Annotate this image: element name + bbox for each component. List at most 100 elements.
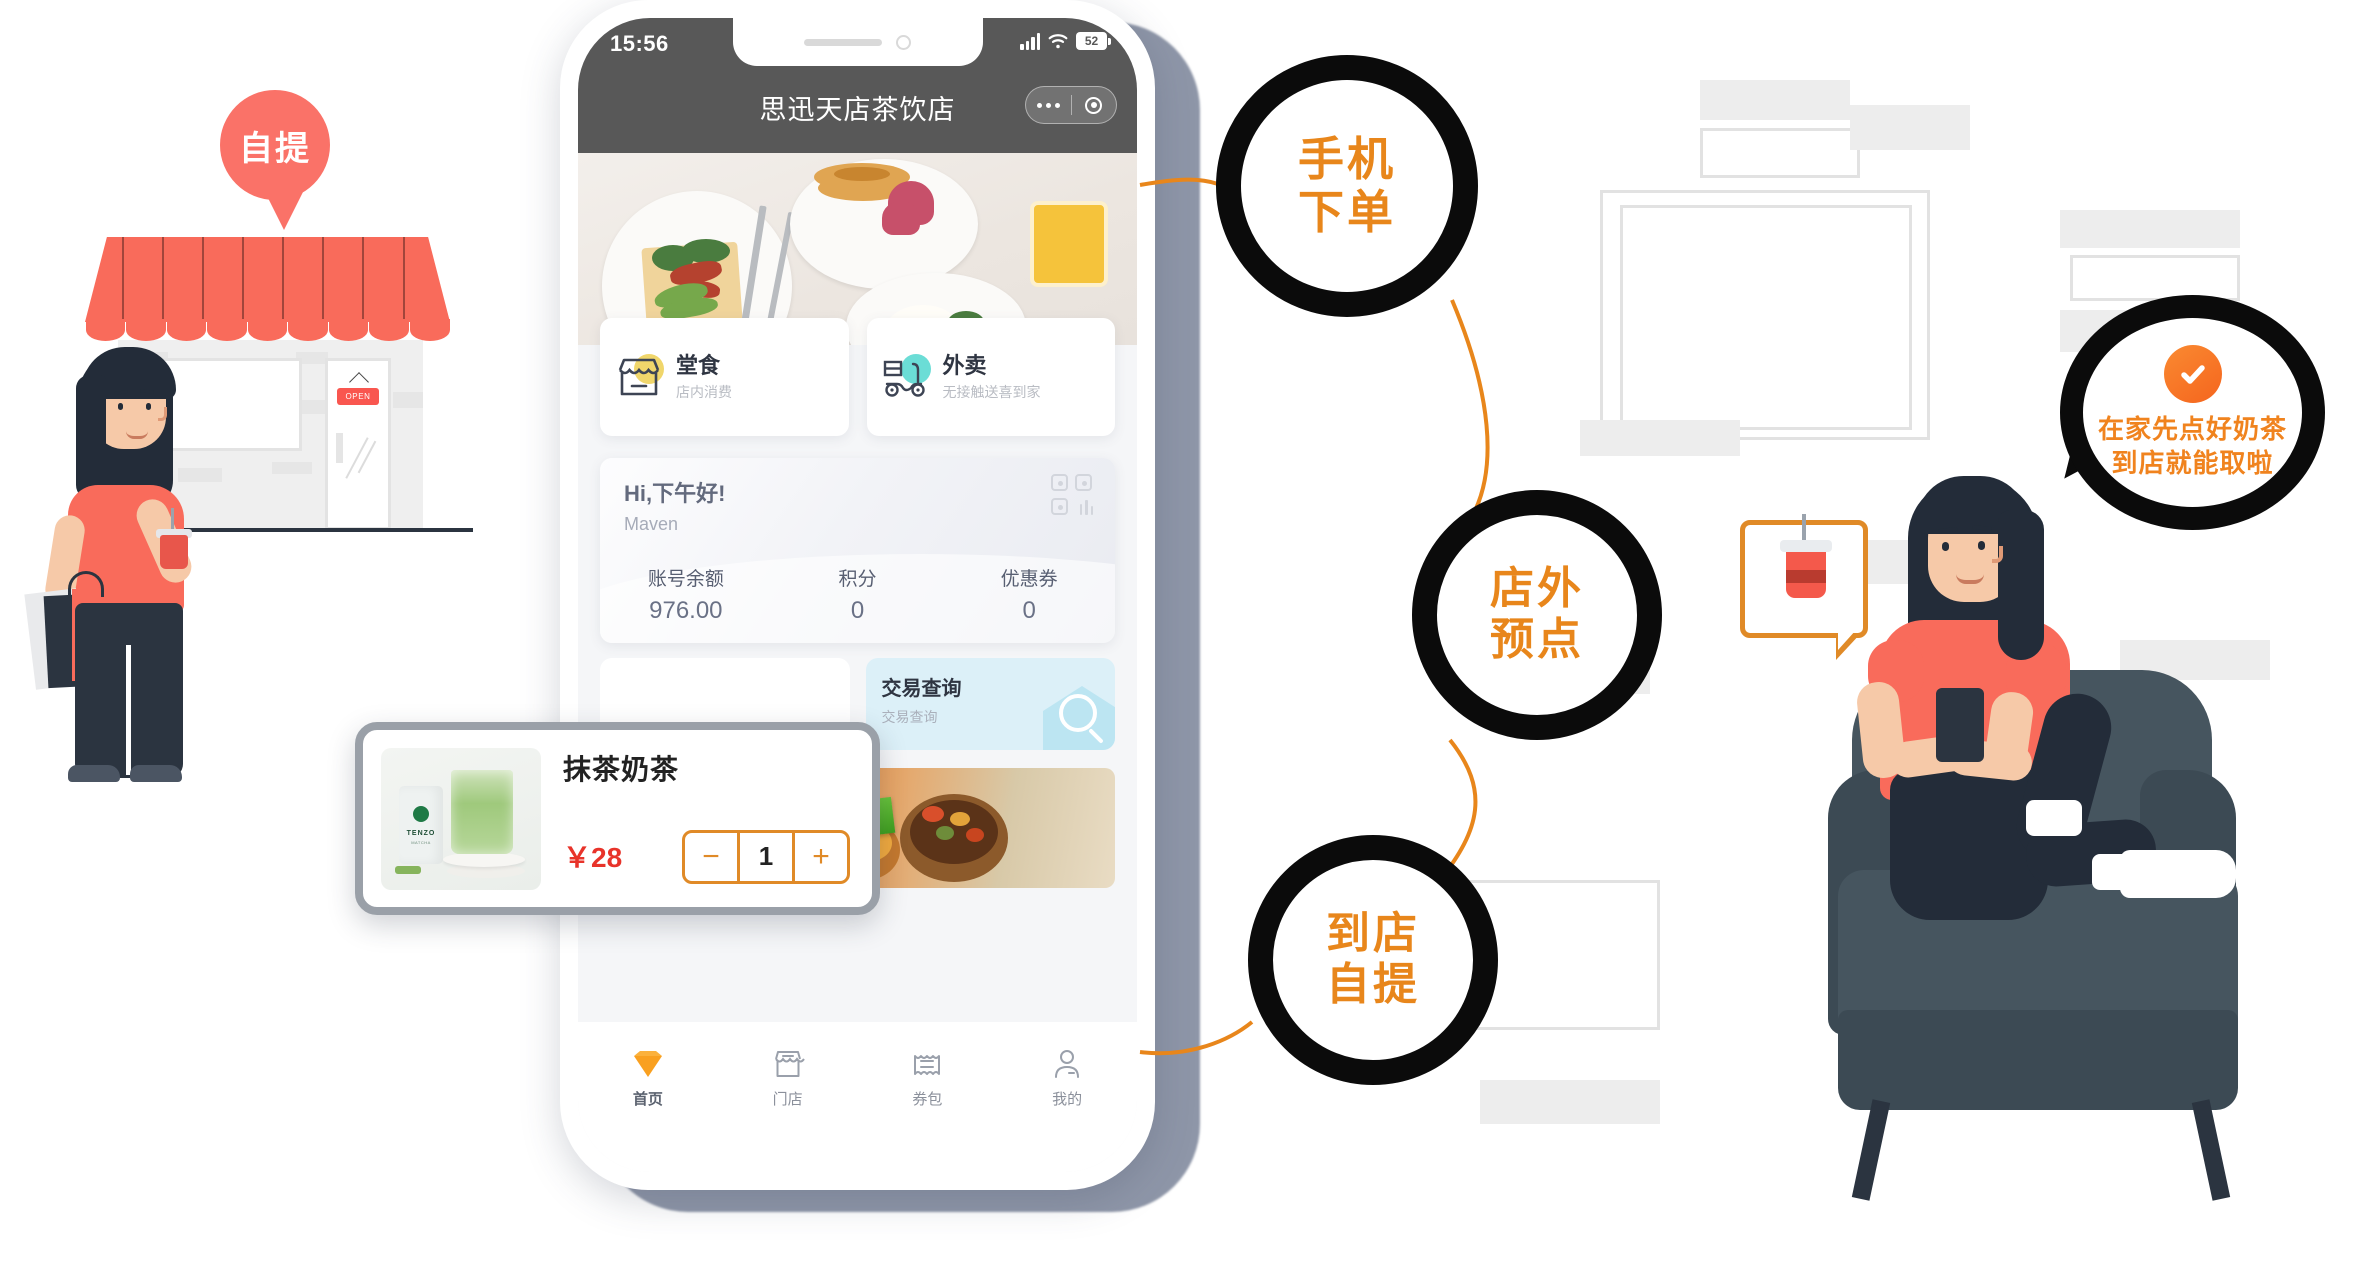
cup-straw-icon <box>1802 514 1806 542</box>
tin-logo-icon <box>413 805 429 822</box>
callout-store-pickup: 到店 自提 <box>1248 835 1498 1085</box>
storefront-icon <box>614 354 664 400</box>
service-card-dinein[interactable]: 堂食 店内消费 <box>600 318 849 436</box>
stat-balance: 账号余额 976.00 <box>600 564 772 625</box>
status-time: 15:56 <box>610 31 669 56</box>
tin-subtitle: MATCHA <box>411 839 431 845</box>
customer-woman-figure <box>24 345 230 782</box>
matcha-glass <box>451 769 513 854</box>
callout-preorder-outside: 店外 预点 <box>1412 490 1662 740</box>
bottom-tabbar: 首页 门店 券包 我的 <box>578 1022 1137 1172</box>
status-indicators: 52 <box>1020 32 1111 50</box>
pickup-pin-label: 自提 <box>239 129 311 168</box>
stat-points: 积分 0 <box>772 564 944 625</box>
coaster-upper <box>443 851 525 867</box>
check-circle-icon <box>2163 345 2222 404</box>
user-name: Maven <box>624 514 679 534</box>
open-sign: OPEN <box>337 388 379 405</box>
illustration-canvas: 自提 OPEN 15:56 52 思迅天店茶饮店 堂食 店内消费 外卖 无接触送… <box>0 0 2378 1274</box>
stat-label: 优惠券 <box>1000 569 1058 590</box>
status-bar: 15:56 52 思迅天店茶饮店 <box>578 18 1137 153</box>
scooter-icon <box>881 354 931 400</box>
callout-line-1: 手机 <box>1298 133 1396 186</box>
cup-bubble-tail-inner <box>1838 630 1856 650</box>
tab-label: 门店 <box>772 1091 803 1108</box>
armchair-base <box>1838 1010 2238 1110</box>
callout-line-2: 下单 <box>1298 186 1396 238</box>
awning-scallops <box>85 319 450 341</box>
user-account-card[interactable]: Hi,下午好! Maven 账号余额 976.00 积分 0 优惠券 0 <box>600 458 1115 643</box>
tab-label: 首页 <box>632 1091 663 1108</box>
signal-bars-icon <box>1020 32 1040 50</box>
storefront-illustration: 自提 OPEN <box>0 90 520 782</box>
service-title: 堂食 <box>676 352 721 378</box>
coupon-icon <box>910 1048 944 1080</box>
product-details: 抹茶奶茶 ￥28 − 1 + <box>563 748 854 890</box>
service-subtitle: 店内消费 <box>676 384 732 401</box>
tab-label: 券包 <box>912 1091 943 1108</box>
callout-line-1: 店外 <box>1490 564 1584 614</box>
tin-brand: TENZO <box>406 829 436 837</box>
qr-code-icon[interactable] <box>1051 474 1093 516</box>
magnifier-icon <box>1059 694 1097 732</box>
person-icon <box>1050 1048 1084 1080</box>
tab-coupons[interactable]: 券包 <box>858 1048 998 1109</box>
service-card-delivery[interactable]: 外卖 无接触送喜到家 <box>866 318 1115 436</box>
product-name: 抹茶奶茶 <box>563 753 680 785</box>
home-user-illustration <box>1740 470 2378 1260</box>
hero-banner-image[interactable] <box>578 153 1137 345</box>
wechat-capsule[interactable] <box>1025 86 1117 124</box>
pickup-pin-badge: 自提 <box>220 90 330 200</box>
service-title: 外卖 <box>942 352 987 378</box>
account-stats: 账号余额 976.00 积分 0 优惠券 0 <box>600 564 1115 625</box>
feature-card-transaction-query[interactable]: 交易查询 交易查询 <box>865 658 1115 750</box>
target-circle-icon[interactable] <box>1072 96 1117 114</box>
tab-label: 我的 <box>1052 1091 1083 1108</box>
phone-screen[interactable]: 15:56 52 思迅天店茶饮店 堂食 店内消费 外卖 无接触送喜到家 Hi,下… <box>578 18 1137 1172</box>
service-subtitle: 无接触送喜到家 <box>942 384 1041 401</box>
product-image: TENZO MATCHA <box>381 747 541 890</box>
earpiece-speaker <box>804 38 882 46</box>
open-sign-label: OPEN <box>345 392 371 401</box>
user-phone-icon <box>1936 688 1984 762</box>
tab-stores[interactable]: 门店 <box>718 1048 858 1109</box>
stat-value: 976.00 <box>649 597 723 624</box>
tab-profile[interactable]: 我的 <box>997 1048 1137 1109</box>
phone-device: 15:56 52 思迅天店茶饮店 堂食 店内消费 外卖 无接触送喜到家 Hi,下… <box>560 0 1155 1190</box>
quantity-increase-button[interactable]: + <box>795 833 847 881</box>
wifi-icon <box>1048 33 1068 49</box>
speech-bubble-line-2: 到店就能取啦 <box>2111 447 2274 478</box>
stat-label: 积分 <box>838 569 877 590</box>
store-icon <box>771 1048 805 1080</box>
quantity-stepper[interactable]: − 1 + <box>682 829 850 884</box>
callout-line-1: 到店 <box>1326 909 1420 959</box>
cup-band <box>1786 570 1826 583</box>
product-popup-card[interactable]: TENZO MATCHA 抹茶奶茶 ￥28 − 1 + <box>355 722 880 915</box>
product-price: ￥28 <box>563 841 623 873</box>
phone-notch <box>732 18 983 66</box>
service-cards-row: 堂食 店内消费 外卖 无接触送喜到家 <box>600 318 1115 436</box>
battery-nub <box>1108 37 1111 45</box>
battery-level: 52 <box>1076 32 1107 50</box>
armchair-leg-right <box>2191 1099 2231 1201</box>
quantity-value[interactable]: 1 <box>737 832 795 881</box>
callout-mobile-order: 手机 下单 <box>1216 55 1478 317</box>
quantity-decrease-button[interactable]: − <box>685 833 737 881</box>
tab-home[interactable]: 首页 <box>578 1048 718 1109</box>
pin-tail <box>262 186 306 230</box>
matcha-tin <box>399 785 443 864</box>
front-camera-icon <box>896 34 911 50</box>
callout-line-2: 自提 <box>1326 960 1420 1009</box>
cup-lid <box>1780 540 1832 552</box>
stat-value: 0 <box>1022 597 1036 624</box>
stat-coupons: 优惠券 0 <box>943 564 1115 625</box>
speech-bubble: 在家先点好奶茶 到店就能取啦 <box>2060 295 2325 530</box>
callout-line-2: 预点 <box>1490 615 1584 664</box>
greeting-text: Hi,下午好! <box>624 481 726 506</box>
stat-label: 账号余额 <box>647 569 724 590</box>
awning-stripes <box>85 237 450 322</box>
stat-value: 0 <box>850 597 865 624</box>
diamond-icon <box>631 1048 665 1080</box>
armchair-leg-left <box>1851 1099 1891 1201</box>
more-dots-icon[interactable] <box>1026 102 1071 108</box>
